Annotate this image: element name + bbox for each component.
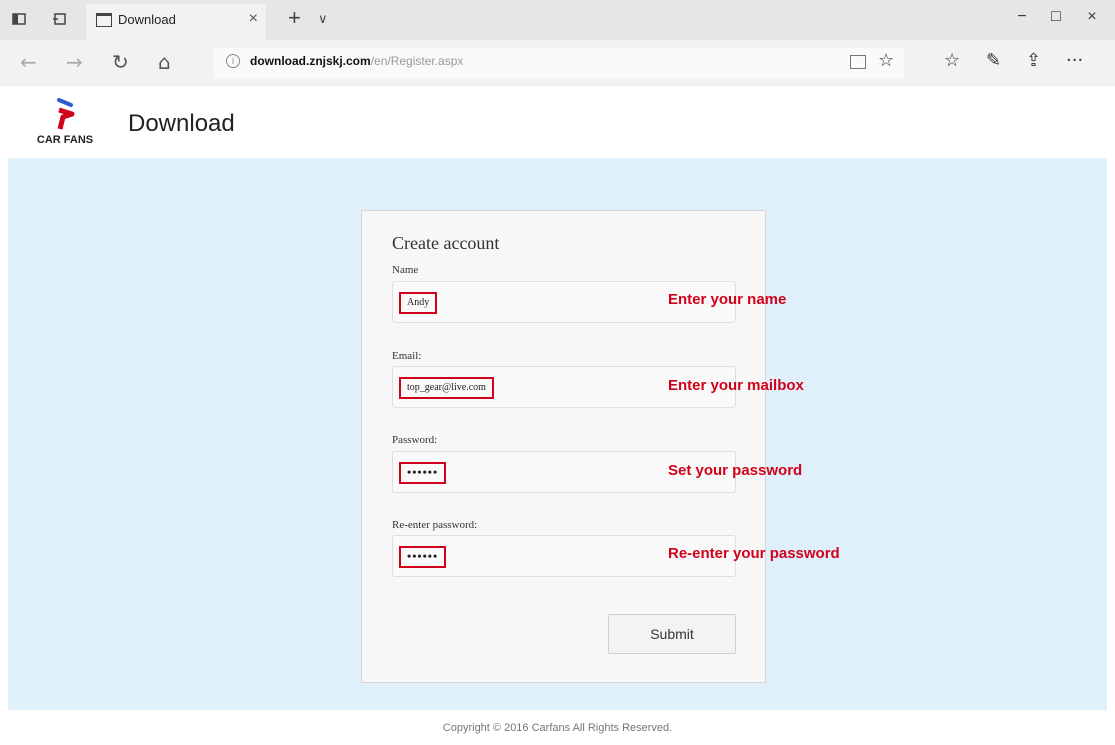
footer-copyright: Copyright © 2016 Carfans All Rights Rese… <box>442 722 673 734</box>
name-value-highlight: Andy <box>399 292 438 314</box>
url-text: download.znjskj.com/en/Register.aspx <box>250 54 463 68</box>
reenter-password-annotation: Re-enter your password <box>668 545 840 562</box>
tab-list-icon[interactable] <box>12 13 26 25</box>
web-note-icon[interactable]: ✎ <box>986 50 1001 71</box>
password-annotation: Set your password <box>668 462 803 479</box>
url-host: download.znjskj.com <box>250 54 371 68</box>
refresh-button[interactable]: ↻ <box>112 50 129 74</box>
browser-tab-bar: Download × + ∨ − □ × <box>0 0 1115 40</box>
favorites-hub-icon[interactable]: ☆ <box>944 50 960 71</box>
car-fans-logo[interactable]: CAR FANS <box>30 96 100 148</box>
tab-title: Download <box>118 12 176 27</box>
tab-close-icon[interactable]: × <box>249 10 258 28</box>
email-value-highlight: top_gear@live.com <box>399 377 494 399</box>
back-button[interactable]: ← <box>20 50 37 74</box>
set-aside-tabs-icon[interactable] <box>52 13 66 25</box>
password-label: Password: <box>392 434 438 446</box>
name-annotation: Enter your name <box>668 291 787 308</box>
site-info-icon[interactable]: i <box>226 54 240 68</box>
home-button[interactable]: ⌂ <box>158 50 171 74</box>
browser-nav-bar: ← → ↻ ⌂ i download.znjskj.com/en/Registe… <box>0 40 1115 86</box>
share-icon[interactable]: ⇪ <box>1026 50 1041 71</box>
add-favorite-star-icon[interactable]: ☆ <box>878 50 894 71</box>
maximize-button[interactable]: □ <box>1046 8 1066 26</box>
close-window-button[interactable]: × <box>1082 8 1102 26</box>
email-annotation: Enter your mailbox <box>668 377 804 394</box>
more-icon[interactable]: ··· <box>1066 50 1083 71</box>
tab-download[interactable]: Download × <box>86 4 266 40</box>
site-header: CAR FANS Download <box>0 86 1115 158</box>
page-content: Create account Name Andy Enter your name… <box>8 158 1107 710</box>
url-path: /en/Register.aspx <box>370 54 464 68</box>
logo-text: CAR FANS <box>36 134 94 146</box>
form-title: Create account <box>392 233 500 253</box>
minimize-button[interactable]: − <box>1012 8 1032 26</box>
reenter-password-label: Re-enter password: <box>392 519 478 531</box>
address-bar[interactable]: i download.znjskj.com/en/Register.aspx ☆ <box>214 48 904 78</box>
create-account-form: Create account Name Andy Enter your name… <box>361 210 840 683</box>
tab-preview-chevron-icon[interactable]: ∨ <box>318 11 328 27</box>
name-label: Name <box>392 264 419 276</box>
password-value-highlight: •••••• <box>399 462 447 484</box>
forward-button[interactable]: → <box>66 50 83 74</box>
page-title: Download <box>128 110 235 137</box>
reenter-password-value-highlight: •••••• <box>399 546 447 568</box>
email-label: Email: <box>392 350 422 362</box>
new-tab-button[interactable]: + <box>288 5 301 31</box>
car-fans-logo-mark <box>57 98 75 130</box>
page-icon <box>96 13 112 27</box>
submit-button[interactable]: Submit <box>608 614 736 654</box>
reading-view-icon[interactable] <box>850 55 866 69</box>
